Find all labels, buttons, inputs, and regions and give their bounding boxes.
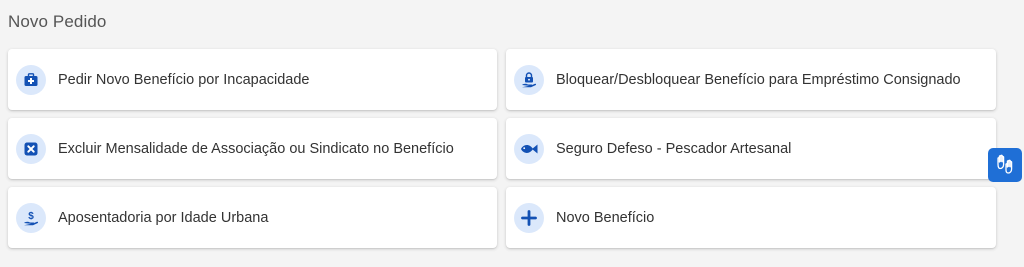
card-bloquear-desbloquear-consignado[interactable]: Bloquear/Desbloquear Benefício para Empr… xyxy=(506,49,996,110)
card-pedir-novo-beneficio-incapacidade[interactable]: Pedir Novo Benefício por Incapacidade xyxy=(8,49,497,110)
hand-lock-icon xyxy=(514,64,544,95)
section-title: Novo Pedido xyxy=(8,12,107,31)
close-square-icon xyxy=(16,133,46,164)
card-seguro-defeso-pescador[interactable]: Seguro Defeso - Pescador Artesanal xyxy=(506,118,996,179)
card-novo-beneficio[interactable]: Novo Benefício xyxy=(506,187,996,248)
card-excluir-mensalidade-associacao[interactable]: Excluir Mensalidade de Associação ou Sin… xyxy=(8,118,497,179)
card-label: Novo Benefício xyxy=(556,209,655,226)
svg-text:$: $ xyxy=(28,211,34,222)
card-label: Bloquear/Desbloquear Benefício para Empr… xyxy=(556,71,961,88)
medical-kit-icon xyxy=(16,64,46,95)
fish-icon xyxy=(514,133,544,164)
card-label: Aposentadoria por Idade Urbana xyxy=(58,209,269,226)
page: Novo Pedido Pedir Novo Benefício por Inc… xyxy=(0,0,1024,267)
hand-money-icon: $ xyxy=(16,202,46,233)
service-card-grid: Pedir Novo Benefício por Incapacidade Bl… xyxy=(8,49,996,248)
card-label: Pedir Novo Benefício por Incapacidade xyxy=(58,71,310,88)
card-label: Excluir Mensalidade de Associação ou Sin… xyxy=(58,140,454,157)
card-aposentadoria-idade-urbana[interactable]: $ Aposentadoria por Idade Urbana xyxy=(8,187,497,248)
plus-icon xyxy=(514,202,544,233)
card-label: Seguro Defeso - Pescador Artesanal xyxy=(556,140,792,157)
sign-language-hands-icon xyxy=(994,152,1016,179)
accessibility-vlibras-button[interactable] xyxy=(988,148,1022,182)
